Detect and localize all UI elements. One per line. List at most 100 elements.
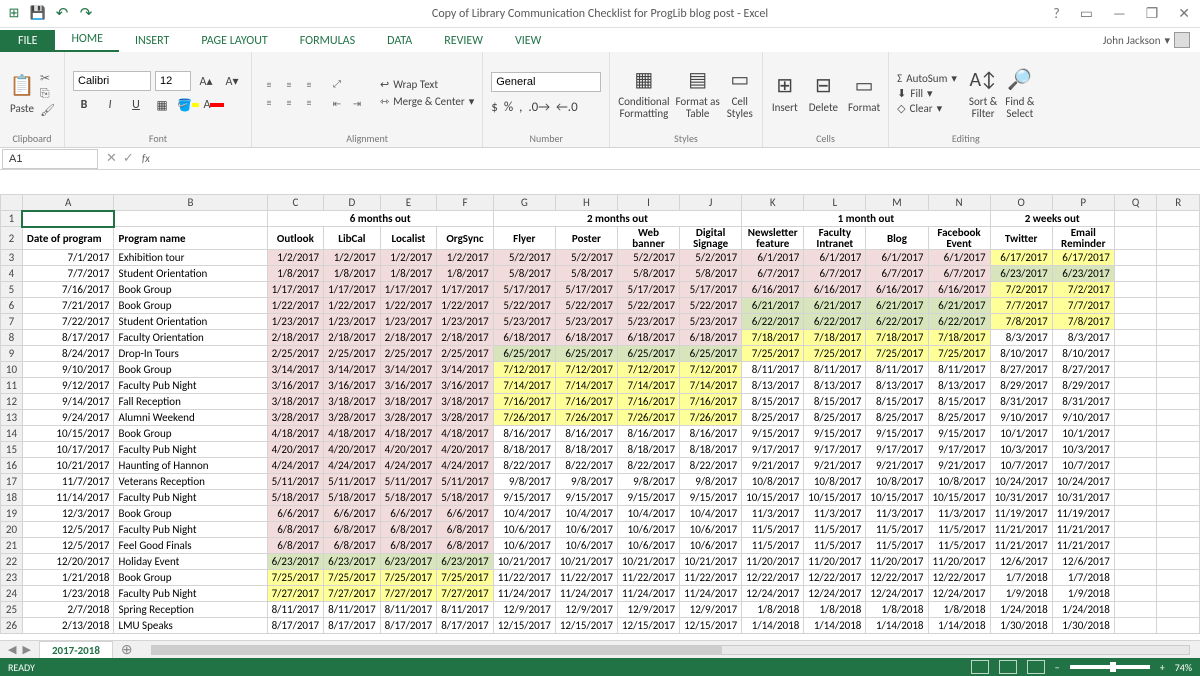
col-header-L[interactable]: L [804, 195, 866, 211]
tab-view[interactable]: VIEW [499, 30, 557, 52]
align-mid-icon[interactable]: ≡ [280, 77, 298, 91]
row-header-4[interactable]: 4 [1, 266, 23, 282]
select-all-corner[interactable] [1, 195, 23, 211]
col-header-D[interactable]: D [324, 195, 381, 211]
row-header-17[interactable]: 17 [1, 474, 23, 490]
tab-home[interactable]: HOME [55, 28, 119, 52]
row-header-5[interactable]: 5 [1, 282, 23, 298]
comma-icon[interactable]: , [519, 100, 522, 115]
bold-button[interactable]: B [73, 95, 95, 115]
formula-bar[interactable] [156, 149, 1200, 169]
autosum-button[interactable]: ΣAutoSum ▾ [897, 72, 957, 85]
row-header-26[interactable]: 26 [1, 618, 23, 634]
sheet-tab-active[interactable]: 2017-2018 [39, 641, 113, 659]
orientation-icon[interactable]: ⤢ [328, 76, 346, 90]
cut-icon[interactable]: ✂ [40, 71, 56, 83]
spreadsheet-grid[interactable]: ABCDEFGHIJKLMNOPQR16 months out2 months … [0, 194, 1200, 640]
row-header-25[interactable]: 25 [1, 602, 23, 618]
italic-button[interactable]: I [99, 95, 121, 115]
page-layout-view-icon[interactable] [999, 660, 1017, 674]
format-painter-icon[interactable]: 🖌 [40, 103, 56, 115]
tab-review[interactable]: REVIEW [428, 30, 499, 52]
table-row[interactable]: 241/23/2018Faculty Pub Night7/27/20177/2… [1, 586, 1200, 602]
table-row[interactable]: 77/22/2017Student Orientation1/23/20171/… [1, 314, 1200, 330]
row-header-9[interactable]: 9 [1, 346, 23, 362]
user-info[interactable]: John Jackson ▾ [1093, 28, 1200, 52]
new-sheet-icon[interactable]: ⊕ [113, 641, 141, 658]
insert-button[interactable]: ⊞Insert [771, 72, 799, 114]
zoom-in-icon[interactable]: + [1160, 661, 1165, 674]
indent-left-icon[interactable]: ⇤ [328, 96, 346, 110]
col-header-M[interactable]: M [866, 195, 928, 211]
align-center-icon[interactable]: ≡ [280, 95, 298, 109]
align-left-icon[interactable]: ≡ [260, 95, 278, 109]
font-size-input[interactable] [155, 71, 191, 91]
restore-icon[interactable]: ❐ [1142, 5, 1163, 22]
col-header-P[interactable]: P [1052, 195, 1114, 211]
col-header-E[interactable]: E [380, 195, 437, 211]
col-header-A[interactable]: A [22, 195, 114, 211]
table-row[interactable]: 1510/17/2017Faculty Pub Night4/20/20174/… [1, 442, 1200, 458]
dec-decimal-icon[interactable]: ←.0 [556, 100, 578, 115]
copy-icon[interactable]: ⎘ [40, 87, 56, 99]
zoom-out-icon[interactable]: − [1055, 661, 1060, 674]
col-header-J[interactable]: J [680, 195, 742, 211]
fill-button[interactable]: ⬇Fill ▾ [897, 87, 957, 100]
row-header-20[interactable]: 20 [1, 522, 23, 538]
wrap-text-button[interactable]: ↩Wrap Text [380, 78, 474, 91]
percent-icon[interactable]: % [504, 100, 513, 115]
row-header-22[interactable]: 22 [1, 554, 23, 570]
undo-icon[interactable]: ↶ [54, 6, 70, 22]
grow-font-icon[interactable]: A▴ [195, 71, 217, 91]
table-row[interactable]: 252/7/2018Spring Reception8/11/20178/11/… [1, 602, 1200, 618]
table-row[interactable]: 1811/14/2017Faculty Pub Night5/18/20175/… [1, 490, 1200, 506]
tab-data[interactable]: DATA [371, 30, 428, 52]
horizontal-scrollbar[interactable] [151, 645, 1190, 655]
row-header-21[interactable]: 21 [1, 538, 23, 554]
tab-pagelayout[interactable]: PAGE LAYOUT [185, 30, 283, 52]
table-row[interactable]: 57/16/2017Book Group1/17/20171/17/20171/… [1, 282, 1200, 298]
sheet-next-icon[interactable]: ▶ [22, 643, 30, 656]
page-break-view-icon[interactable] [1027, 660, 1045, 674]
sheet-prev-icon[interactable]: ◀ [8, 643, 16, 656]
cell-A1[interactable] [22, 211, 114, 227]
zoom-slider[interactable] [1070, 665, 1150, 669]
row-header-8[interactable]: 8 [1, 330, 23, 346]
row-header-16[interactable]: 16 [1, 458, 23, 474]
col-header-R[interactable]: R [1157, 195, 1200, 211]
row-header-23[interactable]: 23 [1, 570, 23, 586]
table-row[interactable]: 2212/20/2017Holiday Event6/23/20176/23/2… [1, 554, 1200, 570]
table-row[interactable]: 139/24/2017Alumni Weekend3/28/20173/28/2… [1, 410, 1200, 426]
file-tab[interactable]: FILE [0, 30, 55, 52]
table-row[interactable]: 98/24/2017Drop-In Tours2/25/20172/25/201… [1, 346, 1200, 362]
col-header-F[interactable]: F [437, 195, 494, 211]
col-header-G[interactable]: G [493, 195, 555, 211]
table-row[interactable]: 2012/5/2017Faculty Pub Night6/8/20176/8/… [1, 522, 1200, 538]
table-row[interactable]: 231/21/2018Book Group7/25/20177/25/20177… [1, 570, 1200, 586]
accept-formula-icon[interactable]: ✓ [123, 151, 134, 166]
cell-styles-button[interactable]: ▭Cell Styles [726, 66, 754, 120]
indent-right-icon[interactable]: ⇥ [348, 96, 366, 110]
table-row[interactable]: 119/12/2017Faculty Pub Night3/16/20173/1… [1, 378, 1200, 394]
name-box[interactable] [2, 149, 98, 169]
align-top-icon[interactable]: ≡ [260, 77, 278, 91]
table-row[interactable]: 1410/15/2017Book Group4/18/20174/18/2017… [1, 426, 1200, 442]
cancel-formula-icon[interactable]: ✕ [106, 151, 117, 166]
col-header-H[interactable]: H [555, 195, 617, 211]
align-right-icon[interactable]: ≡ [300, 95, 318, 109]
row-header-14[interactable]: 14 [1, 426, 23, 442]
row-header-3[interactable]: 3 [1, 250, 23, 266]
delete-button[interactable]: ⊟Delete [809, 72, 838, 114]
tab-formulas[interactable]: FORMULAS [284, 30, 371, 52]
ribbon-collapse-icon[interactable]: ▭ [1076, 5, 1097, 22]
col-header-Q[interactable]: Q [1114, 195, 1157, 211]
col-header-I[interactable]: I [617, 195, 679, 211]
row-header-15[interactable]: 15 [1, 442, 23, 458]
close-icon[interactable]: ✕ [1174, 5, 1194, 22]
table-row[interactable]: 1711/7/2017Veterans Reception5/11/20175/… [1, 474, 1200, 490]
row-header-2[interactable]: 2 [1, 227, 23, 250]
border-icon[interactable]: ▦ [151, 95, 173, 115]
align-bot-icon[interactable]: ≡ [300, 77, 318, 91]
table-row[interactable]: 37/1/2017Exhibition tour1/2/20171/2/2017… [1, 250, 1200, 266]
table-row[interactable]: 129/14/2017Fall Reception3/18/20173/18/2… [1, 394, 1200, 410]
